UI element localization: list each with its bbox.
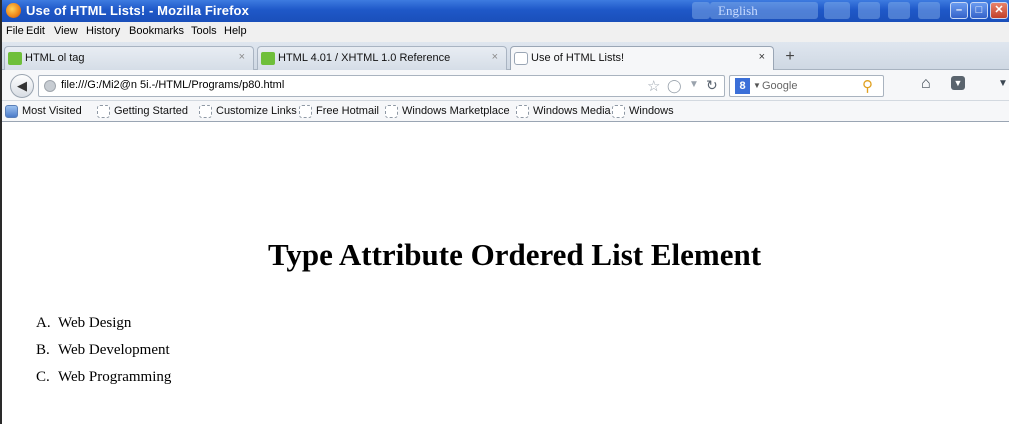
bookmark-page-icon [385, 105, 398, 118]
tray-icon[interactable] [824, 2, 850, 19]
bookmark-star-icon[interactable]: ☆ [647, 77, 660, 95]
bookmark-label: Most Visited [22, 105, 82, 117]
tray-icon[interactable] [858, 2, 880, 19]
menu-history[interactable]: History [86, 25, 120, 37]
w3-favicon-icon [8, 52, 22, 65]
bookmark-label: Windows [629, 105, 674, 117]
bookmark-page-icon [516, 105, 529, 118]
bookmark-label: Customize Links [216, 105, 297, 117]
menu-bookmarks[interactable]: Bookmarks [129, 25, 184, 37]
tab-html-reference[interactable]: HTML 4.01 / XHTML 1.0 Reference × [257, 46, 507, 70]
address-bar[interactable]: file:///G:/Mi2@n 5i.-/HTML/Programs/p80.… [38, 75, 725, 97]
bookmark-page-icon [199, 105, 212, 118]
tab-close-icon[interactable]: × [239, 51, 245, 63]
menu-help[interactable]: Help [224, 25, 247, 37]
bookmarks-toolbar: Most Visited Getting Started Customize L… [2, 101, 1009, 122]
navigation-toolbar: ◀ file:///G:/Mi2@n 5i.-/HTML/Programs/p8… [2, 70, 1009, 101]
search-placeholder: Google [762, 80, 798, 92]
pocket-icon[interactable]: ▼ [951, 76, 965, 90]
tab-label: HTML ol tag [25, 52, 85, 64]
firefox-logo-icon [6, 3, 21, 18]
bookmark-label: Windows Marketplace [402, 105, 510, 117]
maximize-button[interactable]: □ [970, 2, 988, 19]
list-marker: C. [36, 369, 50, 385]
reader-view-icon[interactable]: ◯ [667, 78, 682, 94]
tab-use-of-html-lists[interactable]: Use of HTML Lists! × [510, 46, 774, 71]
most-visited-icon [5, 105, 18, 118]
search-icon[interactable]: ⚲ [862, 77, 873, 95]
close-window-button[interactable]: ✕ [990, 2, 1008, 19]
url-text: file:///G:/Mi2@n 5i.-/HTML/Programs/p80.… [61, 79, 285, 91]
search-bar[interactable]: 8 ▼ Google ⚲ [729, 75, 884, 97]
language-label: English [718, 3, 758, 18]
engine-dropdown-icon[interactable]: ▼ [753, 81, 761, 90]
list-marker: B. [36, 342, 50, 358]
page-favicon-icon [514, 52, 528, 65]
window-title: Use of HTML Lists! - Mozilla Firefox [26, 3, 249, 18]
menu-edit[interactable]: Edit [26, 25, 45, 37]
tab-close-icon[interactable]: × [492, 51, 498, 63]
tab-label: HTML 4.01 / XHTML 1.0 Reference [278, 52, 451, 64]
page-heading: Type Attribute Ordered List Element [2, 236, 1009, 273]
list-item: B. Web Development [36, 342, 170, 359]
list-item: C. Web Programming [36, 369, 171, 386]
bookmark-label: Getting Started [114, 105, 188, 117]
page-heading-text: Type Attribute Ordered List Element [267, 237, 762, 272]
tab-label: Use of HTML Lists! [531, 52, 625, 64]
menu-bar: File Edit View History Bookmarks Tools H… [2, 22, 1009, 42]
back-button[interactable]: ◀ [10, 74, 34, 98]
tray-icon[interactable] [888, 2, 910, 19]
list-item-text: Web Design [58, 315, 132, 331]
browser-window: Use of HTML Lists! - Mozilla Firefox Eng… [0, 0, 1009, 424]
title-bar: Use of HTML Lists! - Mozilla Firefox Eng… [2, 0, 1009, 22]
list-item: A. Web Design [36, 315, 131, 332]
tab-html-ol-tag[interactable]: HTML ol tag × [4, 46, 254, 70]
tab-close-icon[interactable]: × [759, 51, 765, 63]
minimize-button[interactable]: – [950, 2, 968, 19]
new-tab-button[interactable]: + [779, 48, 801, 68]
reload-icon[interactable]: ↻ [706, 77, 718, 94]
history-dropdown-icon[interactable]: ▼ [689, 79, 699, 90]
list-item-text: Web Development [58, 342, 170, 358]
menu-view[interactable]: View [54, 25, 78, 37]
w3-favicon-icon [261, 52, 275, 65]
bookmark-label: Free Hotmail [316, 105, 379, 117]
bookmark-label: Windows Media [533, 105, 611, 117]
google-engine-icon[interactable]: 8 [735, 78, 750, 94]
list-marker: A. [36, 315, 51, 331]
tab-strip: HTML ol tag × HTML 4.01 / XHTML 1.0 Refe… [2, 42, 1009, 71]
bookmark-page-icon [299, 105, 312, 118]
menu-file[interactable]: File [6, 25, 24, 37]
toolbar-overflow-icon[interactable]: ▼ [998, 78, 1008, 89]
menu-tools[interactable]: Tools [191, 25, 217, 37]
bookmark-page-icon [97, 105, 110, 118]
list-item-text: Web Programming [58, 369, 172, 385]
site-identity-icon[interactable] [44, 80, 56, 92]
page-content: Type Attribute Ordered List Element A. We… [2, 122, 1009, 424]
home-icon[interactable]: ⌂ [921, 75, 931, 93]
taskbar-icon [692, 2, 710, 19]
tray-icon[interactable] [918, 2, 940, 19]
bookmark-page-icon [612, 105, 625, 118]
